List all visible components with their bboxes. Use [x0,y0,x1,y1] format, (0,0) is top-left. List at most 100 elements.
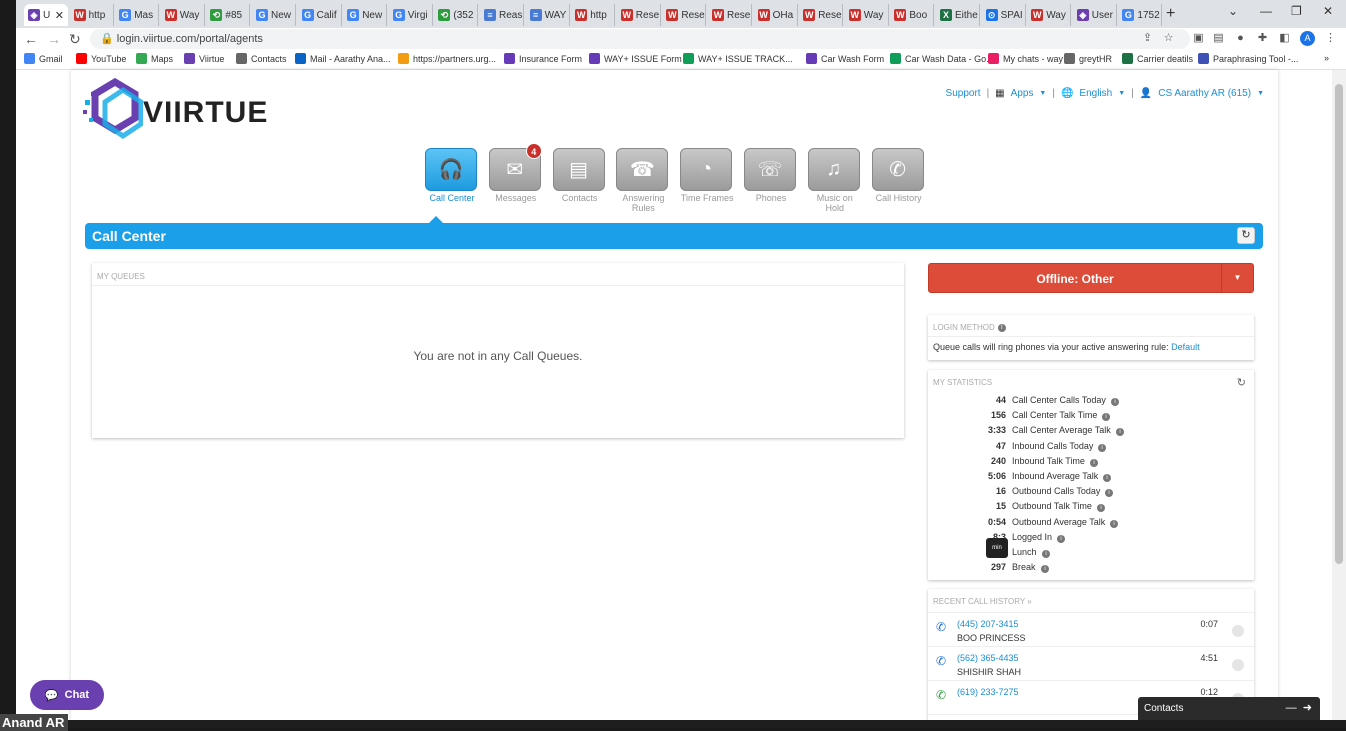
browser-tab[interactable]: ◈ U ✕ [24,4,68,26]
info-icon[interactable]: i [1090,458,1098,467]
bookmark-item[interactable]: Viirtue [184,53,224,64]
bookmark-item[interactable]: Car Wash Data - Go... [890,53,994,64]
back-icon[interactable]: ← [24,31,38,47]
info-icon[interactable]: i [1110,519,1118,528]
minimize-icon[interactable]: — [1260,4,1272,18]
info-icon[interactable]: i [1098,443,1106,452]
tab-search-icon[interactable]: ⌄ [1228,4,1238,18]
close-window-icon[interactable]: ✕ [1323,4,1333,18]
nav-item[interactable]: 🎧 Call Center [425,148,479,203]
browser-tab[interactable]: ⊙ SPAI [982,4,1026,26]
browser-tab[interactable]: W Rese [708,4,752,26]
browser-tab[interactable]: G New [343,4,388,26]
extension-icon-2[interactable]: ▤ [1212,32,1225,45]
restore-icon[interactable]: ❐ [1291,4,1302,18]
bookmark-item[interactable]: https://partners.urg... [398,53,496,64]
browser-tab[interactable]: ⟲ (352 [434,4,479,26]
browser-tab[interactable]: W Way [1027,4,1072,26]
sidebar-icon[interactable]: ◧ [1278,32,1291,45]
bookmark-item[interactable]: WAY+ ISSUE TRACK... [683,53,793,64]
refresh-icon[interactable]: ↻ [1237,227,1255,244]
browser-tab[interactable]: ⟲ #85 [206,4,251,26]
call-number[interactable]: (445) 207-3415 [957,619,1019,629]
nav-item[interactable]: ✉ 4 Messages [488,143,543,203]
call-history-row[interactable]: ✆ (445) 207-3415 BOO PRINCESS 0:07 [928,612,1254,646]
info-icon[interactable]: i [1105,489,1113,498]
browser-tab[interactable]: G Calif [298,4,342,26]
reload-icon[interactable]: ↻ [69,31,81,48]
browser-tab[interactable]: W Boo [890,4,935,26]
chat-button[interactable]: 💬 Chat [30,680,104,710]
bookmark-item[interactable]: Carrier deatils [1122,53,1193,64]
profile-avatar[interactable]: A [1300,31,1315,46]
browser-tab[interactable]: G New [252,4,296,26]
call-action-button[interactable] [1232,625,1244,637]
viirtue-logo[interactable]: VIIRTUE [83,77,267,144]
contacts-widget[interactable]: Contacts — ➜ [1138,697,1320,721]
bookmark-item[interactable]: Maps [136,53,173,64]
more-bookmarks-icon[interactable]: » [1324,53,1329,63]
new-tab-button[interactable]: + [1166,5,1175,23]
bookmark-item[interactable]: Car Wash Form [806,53,884,64]
extension-icon-3[interactable]: ● [1234,32,1247,45]
bookmark-star-icon[interactable]: ☆ [1162,32,1175,45]
info-icon[interactable]: i [1111,398,1119,406]
bookmark-item[interactable]: Paraphrasing Tool -... [1198,53,1298,64]
forward-icon[interactable]: → [47,31,61,47]
browser-tab[interactable]: W Rese [662,4,707,26]
nav-item[interactable]: ✆ Call History [871,148,926,203]
info-icon[interactable]: i [997,323,1006,332]
browser-tab[interactable]: Whttp [571,4,616,26]
info-icon[interactable]: i [1041,565,1049,574]
browser-tab[interactable]: W Way [161,4,205,26]
agent-status-button[interactable]: Offline: Other ▼ [928,263,1254,293]
browser-tab[interactable]: G 1752 [1118,4,1163,26]
browser-tab[interactable]: W Rese [799,4,844,26]
bookmark-item[interactable]: Insurance Form [504,53,582,64]
nav-item[interactable]: ☎ Answering Rules [616,148,670,213]
info-icon[interactable]: i [1097,504,1105,513]
bookmark-item[interactable]: YouTube [76,53,126,64]
browser-tab[interactable]: Whttp [70,4,114,26]
recent-calls-header[interactable]: RECENT CALL HISTORY » [928,589,1254,610]
widget-controls-icon[interactable]: — ➜ [1286,701,1312,714]
status-caret-icon[interactable]: ▼ [1221,264,1253,292]
nav-item[interactable]: ◔ Time Frames [680,148,734,203]
bookmark-item[interactable]: Gmail [24,53,63,64]
browser-tab[interactable]: ≡ Reas [480,4,524,26]
user-menu[interactable]: CS Aarathy AR (615) [1158,88,1251,99]
call-number[interactable]: (562) 365-4435 [957,653,1019,663]
menu-kebab-icon[interactable]: ⋮ [1324,32,1337,45]
support-link[interactable]: Support [946,88,981,99]
page-scrollbar[interactable] [1332,70,1346,720]
default-rule-link[interactable]: Default [1171,342,1200,352]
bookmark-item[interactable]: WAY+ ISSUE Form [589,53,682,64]
browser-tab[interactable]: X Eithe [936,4,980,26]
browser-tab[interactable]: ◈ User [1073,4,1117,26]
info-icon[interactable]: i [1116,428,1124,437]
info-icon[interactable]: i [1057,534,1065,543]
apps-dropdown[interactable]: Apps [1011,88,1034,99]
share-icon[interactable]: ⇪ [1141,32,1154,45]
bookmark-item[interactable]: Mail - Aarathy Ana... [295,53,391,64]
browser-tab[interactable]: W Rese [617,4,661,26]
nav-item[interactable]: ▤ Contacts [552,148,607,203]
browser-tab[interactable]: G Mas [115,4,160,26]
info-icon[interactable]: i [1103,474,1111,482]
nav-item[interactable]: ♫ Music on Hold [807,148,862,213]
close-tab-icon[interactable]: ✕ [55,9,64,22]
call-number[interactable]: (619) 233-7275 [957,687,1019,697]
info-icon[interactable]: i [1042,550,1050,558]
url-input[interactable]: 🔒 login.viirtue.com/portal/agents [90,29,1190,49]
nav-item[interactable]: ☏ Phones [744,148,798,203]
call-history-row[interactable]: ✆ (562) 365-4435 SHISHIR SHAH 4:51 [928,646,1254,680]
scrollbar-thumb[interactable] [1335,84,1343,564]
statistics-refresh-icon[interactable]: ↻ [1237,376,1246,389]
browser-tab[interactable]: W OHa [754,4,798,26]
info-icon[interactable]: i [1102,413,1110,422]
bookmark-item[interactable]: Contacts [236,53,287,64]
browser-tab[interactable]: G Virgi [389,4,433,26]
puzzle-icon[interactable]: ✚ [1256,32,1269,45]
bookmark-item[interactable]: My chats - way [988,53,1063,64]
bookmark-item[interactable]: greytHR [1064,53,1112,64]
